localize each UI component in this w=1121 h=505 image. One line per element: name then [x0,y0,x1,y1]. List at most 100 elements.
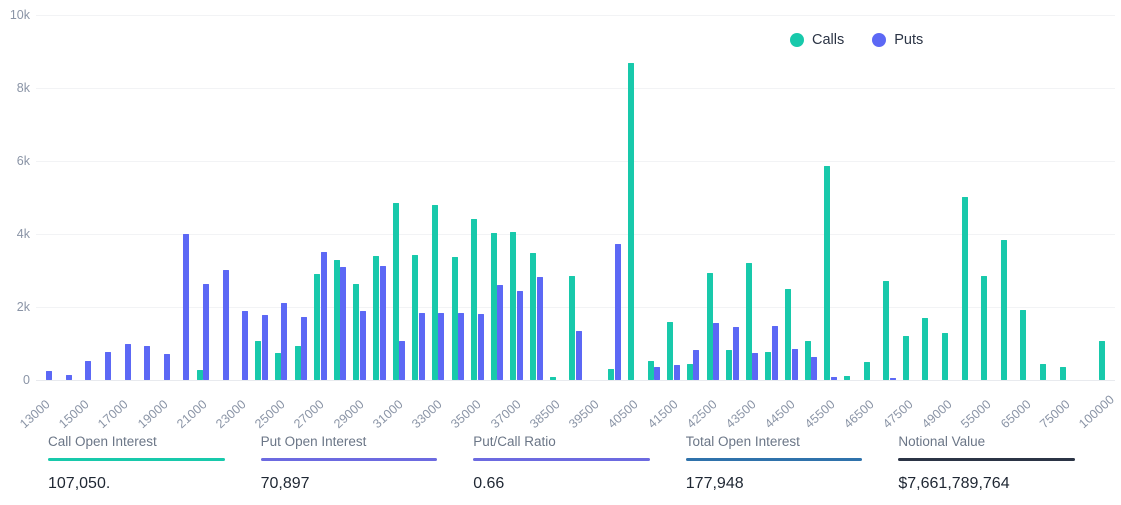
bar-put-17000[interactable] [125,344,131,381]
bar-call-37000[interactable] [510,232,516,380]
bar-put-36000[interactable] [497,285,503,380]
bar-call-47500[interactable] [903,336,909,380]
bar-put-31000[interactable] [399,341,405,380]
bar-call-36000[interactable] [491,233,497,380]
bar-call-30000[interactable] [373,256,379,380]
bar-put-26000[interactable] [301,317,307,381]
bar-call-45000[interactable] [805,341,811,380]
bar-call-55000[interactable] [981,276,987,380]
bar-call-35000[interactable] [471,219,477,380]
legend-label-calls: Calls [812,32,844,48]
bar-put-19000[interactable] [164,354,170,380]
bar-put-18000[interactable] [144,346,150,380]
bar-call-38000[interactable] [530,253,536,380]
bar-call-42000[interactable] [687,364,693,380]
x-axis-tick-label: 41500 [645,397,681,431]
bar-call-26000[interactable] [295,346,301,380]
bar-call-21000[interactable] [197,370,203,380]
bar-call-100000[interactable] [1099,341,1105,380]
bar-put-42000[interactable] [693,350,699,380]
bar-call-75000[interactable] [1060,367,1066,381]
bar-put-16000[interactable] [105,352,111,380]
bar-call-43000[interactable] [726,350,732,380]
stat-card-0: Call Open Interest107,050. [48,434,261,505]
circle-icon [872,33,886,47]
stat-label: Call Open Interest [48,434,225,458]
bar-call-40500[interactable] [628,63,634,380]
bar-put-43500[interactable] [752,353,758,380]
bar-put-39000[interactable] [576,331,582,380]
bar-put-42500[interactable] [713,323,719,380]
bar-call-45500[interactable] [824,166,830,380]
bar-put-38000[interactable] [537,277,543,380]
bar-call-44000[interactable] [765,352,771,380]
bar-call-33000[interactable] [432,205,438,380]
bar-call-60000[interactable] [1001,240,1007,380]
bar-call-34000[interactable] [452,257,458,380]
x-axis-tick-label: 21000 [174,397,210,431]
legend-item-puts[interactable]: Puts [872,32,923,48]
bar-call-41500[interactable] [667,322,673,380]
bar-call-50000[interactable] [962,197,968,380]
bar-call-38500[interactable] [550,377,556,380]
bar-put-20000[interactable] [183,234,189,380]
bar-put-47000[interactable] [890,378,896,380]
bar-put-44000[interactable] [772,326,778,380]
bar-put-40000[interactable] [615,244,621,380]
chart-legend: Calls Puts [790,32,923,48]
bar-call-25000[interactable] [275,353,281,380]
bar-put-23000[interactable] [242,311,248,380]
bar-call-29000[interactable] [353,284,359,380]
legend-item-calls[interactable]: Calls [790,32,844,48]
bar-call-41000[interactable] [648,361,654,380]
bar-put-43000[interactable] [733,327,739,380]
bar-call-46500[interactable] [864,362,870,380]
bar-put-30000[interactable] [380,266,386,380]
bar-put-13000[interactable] [46,371,52,380]
bar-put-28000[interactable] [340,267,346,380]
bar-call-27000[interactable] [314,274,320,380]
stat-underline [48,458,225,461]
bar-put-27000[interactable] [321,252,327,380]
bar-put-14000[interactable] [66,375,72,380]
bar-call-46000[interactable] [844,376,850,380]
bar-call-24000[interactable] [255,341,261,380]
bar-call-49000[interactable] [942,333,948,380]
bar-call-48000[interactable] [922,318,928,380]
x-axis-tick-label: 65000 [998,397,1034,431]
bar-put-45000[interactable] [811,357,817,380]
stat-value: 177,948 [686,475,863,493]
bar-put-15000[interactable] [85,361,91,380]
bar-call-31000[interactable] [393,203,399,380]
bar-call-70000[interactable] [1040,364,1046,380]
bar-put-32000[interactable] [419,313,425,380]
bar-put-37000[interactable] [517,291,523,380]
x-axis-tick-label: 35000 [449,397,485,431]
bar-call-28000[interactable] [334,260,340,380]
bar-call-39000[interactable] [569,276,575,380]
bar-put-45500[interactable] [831,377,837,380]
bar-call-32000[interactable] [412,255,418,380]
bar-put-22000[interactable] [223,270,229,380]
stat-underline [686,458,863,461]
bar-put-35000[interactable] [478,314,484,380]
bar-call-40000[interactable] [608,369,614,380]
bar-put-25000[interactable] [281,303,287,380]
bar-put-41500[interactable] [674,365,680,380]
bar-call-47000[interactable] [883,281,889,380]
bar-call-44500[interactable] [785,289,791,380]
bar-call-43500[interactable] [746,263,752,380]
bar-put-21000[interactable] [203,284,209,380]
bar-put-34000[interactable] [458,313,464,380]
bar-put-44500[interactable] [792,349,798,380]
bar-put-24000[interactable] [262,315,268,380]
bar-put-33000[interactable] [438,313,444,380]
bar-call-65000[interactable] [1020,310,1026,380]
y-axis-tick-label: 0 [0,374,30,387]
bar-put-29000[interactable] [360,311,366,380]
x-axis-tick-label: 45500 [802,397,838,431]
bar-put-41000[interactable] [654,367,660,380]
stat-card-4: Notional Value$7,661,789,764 [898,434,1111,505]
bar-call-42500[interactable] [707,273,713,380]
x-axis-tick-label: 17000 [95,397,131,431]
